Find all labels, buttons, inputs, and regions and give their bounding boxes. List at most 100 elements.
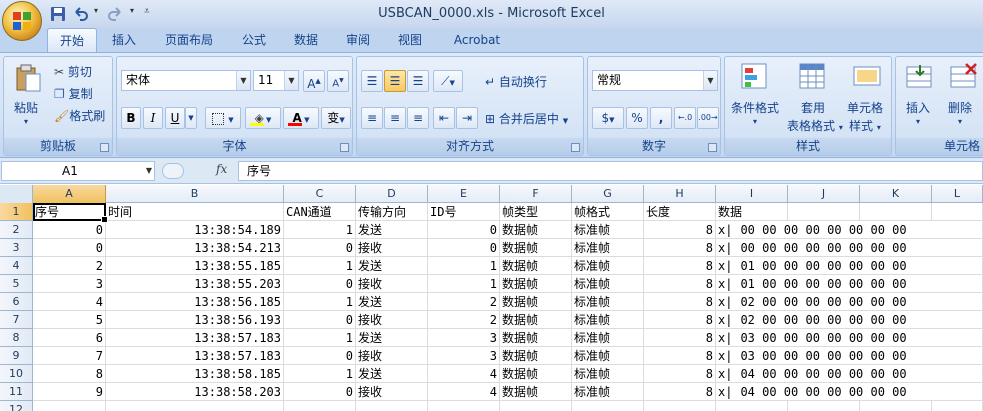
table-cell[interactable]: 接收 xyxy=(356,383,428,401)
table-cell[interactable]: 9 xyxy=(33,383,106,401)
table-cell[interactable]: 2 xyxy=(428,293,500,311)
number-launcher-icon[interactable] xyxy=(708,143,717,152)
table-cell[interactable]: 数据帧 xyxy=(500,311,572,329)
column-header-h[interactable]: H xyxy=(644,185,716,203)
data-cell[interactable]: x| 04 00 00 00 00 00 00 00 xyxy=(716,365,983,383)
tab-review[interactable]: 审阅 xyxy=(337,28,379,52)
select-all-corner[interactable] xyxy=(0,185,33,203)
paste-dropdown-icon[interactable]: ▾ xyxy=(24,117,28,126)
row-header-8[interactable]: 8 xyxy=(0,329,33,347)
conditional-format-icon[interactable] xyxy=(739,61,771,93)
copy-button[interactable]: ❐ 复制 xyxy=(54,85,93,102)
decrease-indent-button[interactable]: ⇤ xyxy=(433,107,455,129)
formula-input[interactable]: 序号 xyxy=(238,161,983,181)
cut-button[interactable]: ✂ 剪切 xyxy=(54,63,92,80)
column-header-c[interactable]: C xyxy=(284,185,356,203)
cell-styles-button[interactable]: 样式 ▾ xyxy=(849,117,881,134)
name-box[interactable]: A1 ▼ xyxy=(1,161,155,181)
row-header-3[interactable]: 3 xyxy=(0,239,33,257)
tab-formulas[interactable]: 公式 xyxy=(233,28,275,52)
italic-button[interactable]: I xyxy=(143,107,163,129)
table-cell[interactable]: 1 xyxy=(428,257,500,275)
grid-cell[interactable] xyxy=(33,401,106,411)
column-header-e[interactable]: E xyxy=(428,185,500,203)
underline-button[interactable]: U xyxy=(165,107,185,129)
format-table-icon[interactable] xyxy=(797,61,829,93)
function-icon[interactable]: fx xyxy=(216,162,227,176)
grid-cell[interactable] xyxy=(860,401,932,411)
table-cell[interactable]: 0 xyxy=(428,239,500,257)
wrap-text-button[interactable]: ↵ 自动换行 xyxy=(485,73,547,90)
table-cell[interactable]: 13:38:56.185 xyxy=(106,293,284,311)
increase-indent-button[interactable]: ⇥ xyxy=(456,107,478,129)
row-header-1[interactable]: 1 xyxy=(0,203,33,221)
table-cell[interactable]: 8 xyxy=(644,347,716,365)
row-header-10[interactable]: 10 xyxy=(0,365,33,383)
header-cell[interactable]: 传输方向 xyxy=(356,203,428,221)
grid-cell[interactable] xyxy=(644,401,716,411)
table-cell[interactable]: 5 xyxy=(33,311,106,329)
paste-button[interactable]: 粘贴 xyxy=(14,99,38,116)
table-cell[interactable]: 接收 xyxy=(356,239,428,257)
table-cell[interactable]: 4 xyxy=(428,383,500,401)
grid-cell[interactable] xyxy=(428,401,500,411)
table-cell[interactable]: 8 xyxy=(644,329,716,347)
table-cell[interactable]: 标准帧 xyxy=(572,347,644,365)
column-header-d[interactable]: D xyxy=(356,185,428,203)
table-cell[interactable]: 发送 xyxy=(356,293,428,311)
font-name-select[interactable]: 宋体 ▼ xyxy=(121,70,251,91)
cell-styles-icon[interactable] xyxy=(851,61,883,93)
table-cell[interactable]: 标准帧 xyxy=(572,365,644,383)
table-cell[interactable]: 8 xyxy=(644,257,716,275)
table-cell[interactable]: 数据帧 xyxy=(500,239,572,257)
chevron-down-icon[interactable]: ▾ xyxy=(753,117,757,126)
row-header-11[interactable]: 11 xyxy=(0,383,33,401)
table-cell[interactable]: 数据帧 xyxy=(500,275,572,293)
row-header-7[interactable]: 7 xyxy=(0,311,33,329)
table-cell[interactable]: 0 xyxy=(428,221,500,239)
table-cell[interactable]: 13:38:58.185 xyxy=(106,365,284,383)
table-cell[interactable]: 标准帧 xyxy=(572,221,644,239)
table-cell[interactable]: 0 xyxy=(33,221,106,239)
decrease-decimal-button[interactable]: .00→ xyxy=(697,107,719,129)
data-cell[interactable]: x| 04 00 00 00 00 00 00 00 xyxy=(716,383,983,401)
table-cell[interactable]: 数据帧 xyxy=(500,293,572,311)
row-header-9[interactable]: 9 xyxy=(0,347,33,365)
header-cell[interactable]: CAN通道 xyxy=(284,203,356,221)
table-cell[interactable]: 接收 xyxy=(356,347,428,365)
table-cell[interactable]: 1 xyxy=(284,257,356,275)
table-cell[interactable]: 数据帧 xyxy=(500,329,572,347)
increase-decimal-button[interactable]: ←.0 xyxy=(674,107,696,129)
data-cell[interactable]: x| 03 00 00 00 00 00 00 00 xyxy=(716,347,983,365)
format-table-label[interactable]: 套用 xyxy=(801,99,825,116)
column-header-f[interactable]: F xyxy=(500,185,572,203)
font-color-button[interactable]: A ▼ xyxy=(283,107,319,129)
align-center-button[interactable]: ≡ xyxy=(384,107,406,129)
header-cell[interactable]: ID号 xyxy=(428,203,500,221)
align-bottom-button[interactable]: ☰ xyxy=(407,70,429,92)
column-header-i[interactable]: I xyxy=(716,185,788,203)
table-cell[interactable]: 0 xyxy=(284,347,356,365)
table-cell[interactable]: 1 xyxy=(284,221,356,239)
conditional-format-button[interactable]: 条件格式 xyxy=(731,99,779,116)
data-cell[interactable]: x| 01 00 00 00 00 00 00 00 xyxy=(716,257,983,275)
font-size-select[interactable]: 11 ▼ xyxy=(253,70,299,91)
delete-button[interactable]: 删除 xyxy=(948,99,972,116)
table-cell[interactable]: 0 xyxy=(284,275,356,293)
header-cell[interactable]: 数据 xyxy=(716,203,788,221)
table-cell[interactable]: 4 xyxy=(33,293,106,311)
table-cell[interactable]: 8 xyxy=(33,365,106,383)
chevron-down-icon[interactable]: ▾ xyxy=(916,117,920,126)
format-table-button[interactable]: 表格格式 ▾ xyxy=(787,117,843,134)
table-cell[interactable]: 1 xyxy=(428,275,500,293)
table-cell[interactable]: 3 xyxy=(428,347,500,365)
table-cell[interactable]: 发送 xyxy=(356,257,428,275)
column-header-a[interactable]: A xyxy=(33,185,106,203)
data-cell[interactable]: x| 01 00 00 00 00 00 00 00 xyxy=(716,275,983,293)
paste-icon[interactable] xyxy=(12,62,44,94)
table-cell[interactable]: 3 xyxy=(33,275,106,293)
table-cell[interactable]: 1 xyxy=(284,329,356,347)
table-cell[interactable]: 0 xyxy=(284,311,356,329)
table-cell[interactable]: 13:38:58.203 xyxy=(106,383,284,401)
grow-font-button[interactable]: A▲ xyxy=(303,70,325,92)
